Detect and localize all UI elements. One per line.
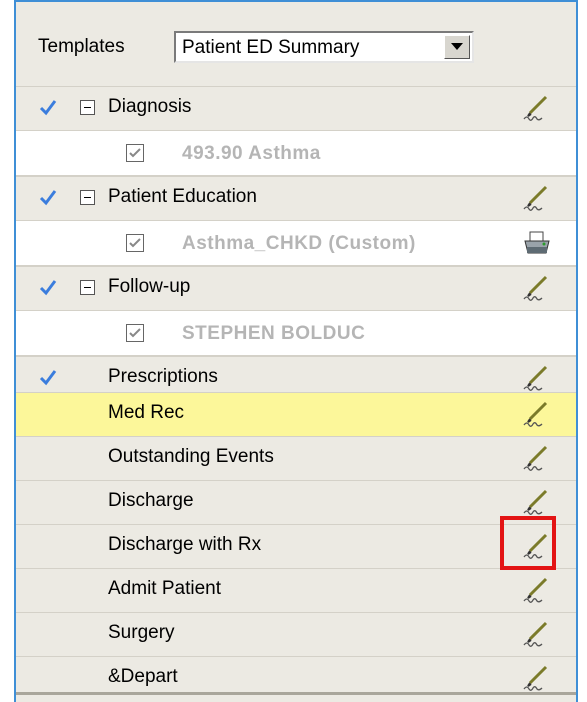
section-discharge[interactable]: Discharge	[16, 480, 576, 524]
annotation-highlight-box	[500, 516, 556, 570]
section-discharge-with-rx[interactable]: Discharge with Rx	[16, 524, 576, 568]
follow-up-item[interactable]: STEPHEN BOLDUC	[16, 310, 576, 356]
checkmark-icon	[39, 280, 57, 296]
section-label: &Depart	[108, 666, 178, 687]
section-label: Outstanding Events	[108, 446, 274, 467]
section-label: Med Rec	[108, 402, 185, 423]
signature-icon[interactable]	[518, 485, 552, 519]
printer-icon[interactable]	[520, 227, 554, 261]
checkbox-check-icon	[129, 148, 141, 158]
item-checkbox[interactable]	[126, 324, 144, 342]
section-label: Discharge with Rx	[108, 534, 262, 555]
signature-icon[interactable]	[518, 617, 552, 651]
section-label: Follow-up	[108, 276, 191, 297]
section-outstanding-events[interactable]: Outstanding Events	[16, 436, 576, 480]
section-label: Prescriptions	[108, 366, 218, 387]
signature-icon[interactable]	[518, 181, 552, 215]
section-label: Surgery	[108, 622, 175, 643]
signature-icon[interactable]	[518, 271, 552, 305]
section-follow-up[interactable]: Follow-up	[16, 266, 576, 310]
section-med-rec[interactable]: Med Rec	[16, 392, 576, 436]
checkmark-icon	[39, 370, 57, 386]
section-patient-education[interactable]: Patient Education	[16, 176, 576, 220]
follow-up-text: STEPHEN BOLDUC	[182, 323, 366, 344]
checkbox-check-icon	[129, 238, 141, 248]
education-text: Asthma_CHKD (Custom)	[182, 233, 416, 254]
section-diagnosis[interactable]: Diagnosis	[16, 86, 576, 130]
signature-icon[interactable]	[518, 361, 552, 395]
patient-education-item[interactable]: Asthma_CHKD (Custom)	[16, 220, 576, 266]
signature-icon[interactable]	[518, 91, 552, 125]
templates-dropdown[interactable]: Patient ED Summary	[174, 31, 474, 63]
templates-selected-value: Patient ED Summary	[182, 37, 360, 58]
templates-toolbar: Templates Patient ED Summary	[16, 2, 576, 90]
section-label: Patient Education	[108, 186, 257, 207]
checkmark-icon	[39, 100, 57, 116]
checkmark-icon	[39, 190, 57, 206]
signature-icon[interactable]	[518, 441, 552, 475]
section-label: Diagnosis	[108, 96, 192, 117]
panel-bottom-divider	[16, 692, 576, 695]
signature-icon[interactable]	[518, 661, 552, 695]
collapse-toggle[interactable]	[80, 190, 95, 205]
collapse-toggle[interactable]	[80, 280, 95, 295]
templates-panel: Templates Patient ED Summary Diagnosis 4…	[14, 0, 578, 702]
collapse-toggle[interactable]	[80, 100, 95, 115]
checkbox-check-icon	[129, 328, 141, 338]
templates-label: Templates	[38, 36, 125, 57]
signature-icon[interactable]	[518, 573, 552, 607]
section-label: Admit Patient	[108, 578, 221, 599]
item-checkbox[interactable]	[126, 144, 144, 162]
signature-icon[interactable]	[518, 397, 552, 431]
diagnosis-text: 493.90 Asthma	[182, 143, 321, 164]
section-label: Discharge	[108, 490, 194, 511]
chevron-down-icon	[451, 43, 463, 50]
dropdown-arrow-button[interactable]	[444, 35, 470, 59]
item-checkbox[interactable]	[126, 234, 144, 252]
section-admit-patient[interactable]: Admit Patient	[16, 568, 576, 612]
section-surgery[interactable]: Surgery	[16, 612, 576, 656]
diagnosis-item[interactable]: 493.90 Asthma	[16, 130, 576, 176]
